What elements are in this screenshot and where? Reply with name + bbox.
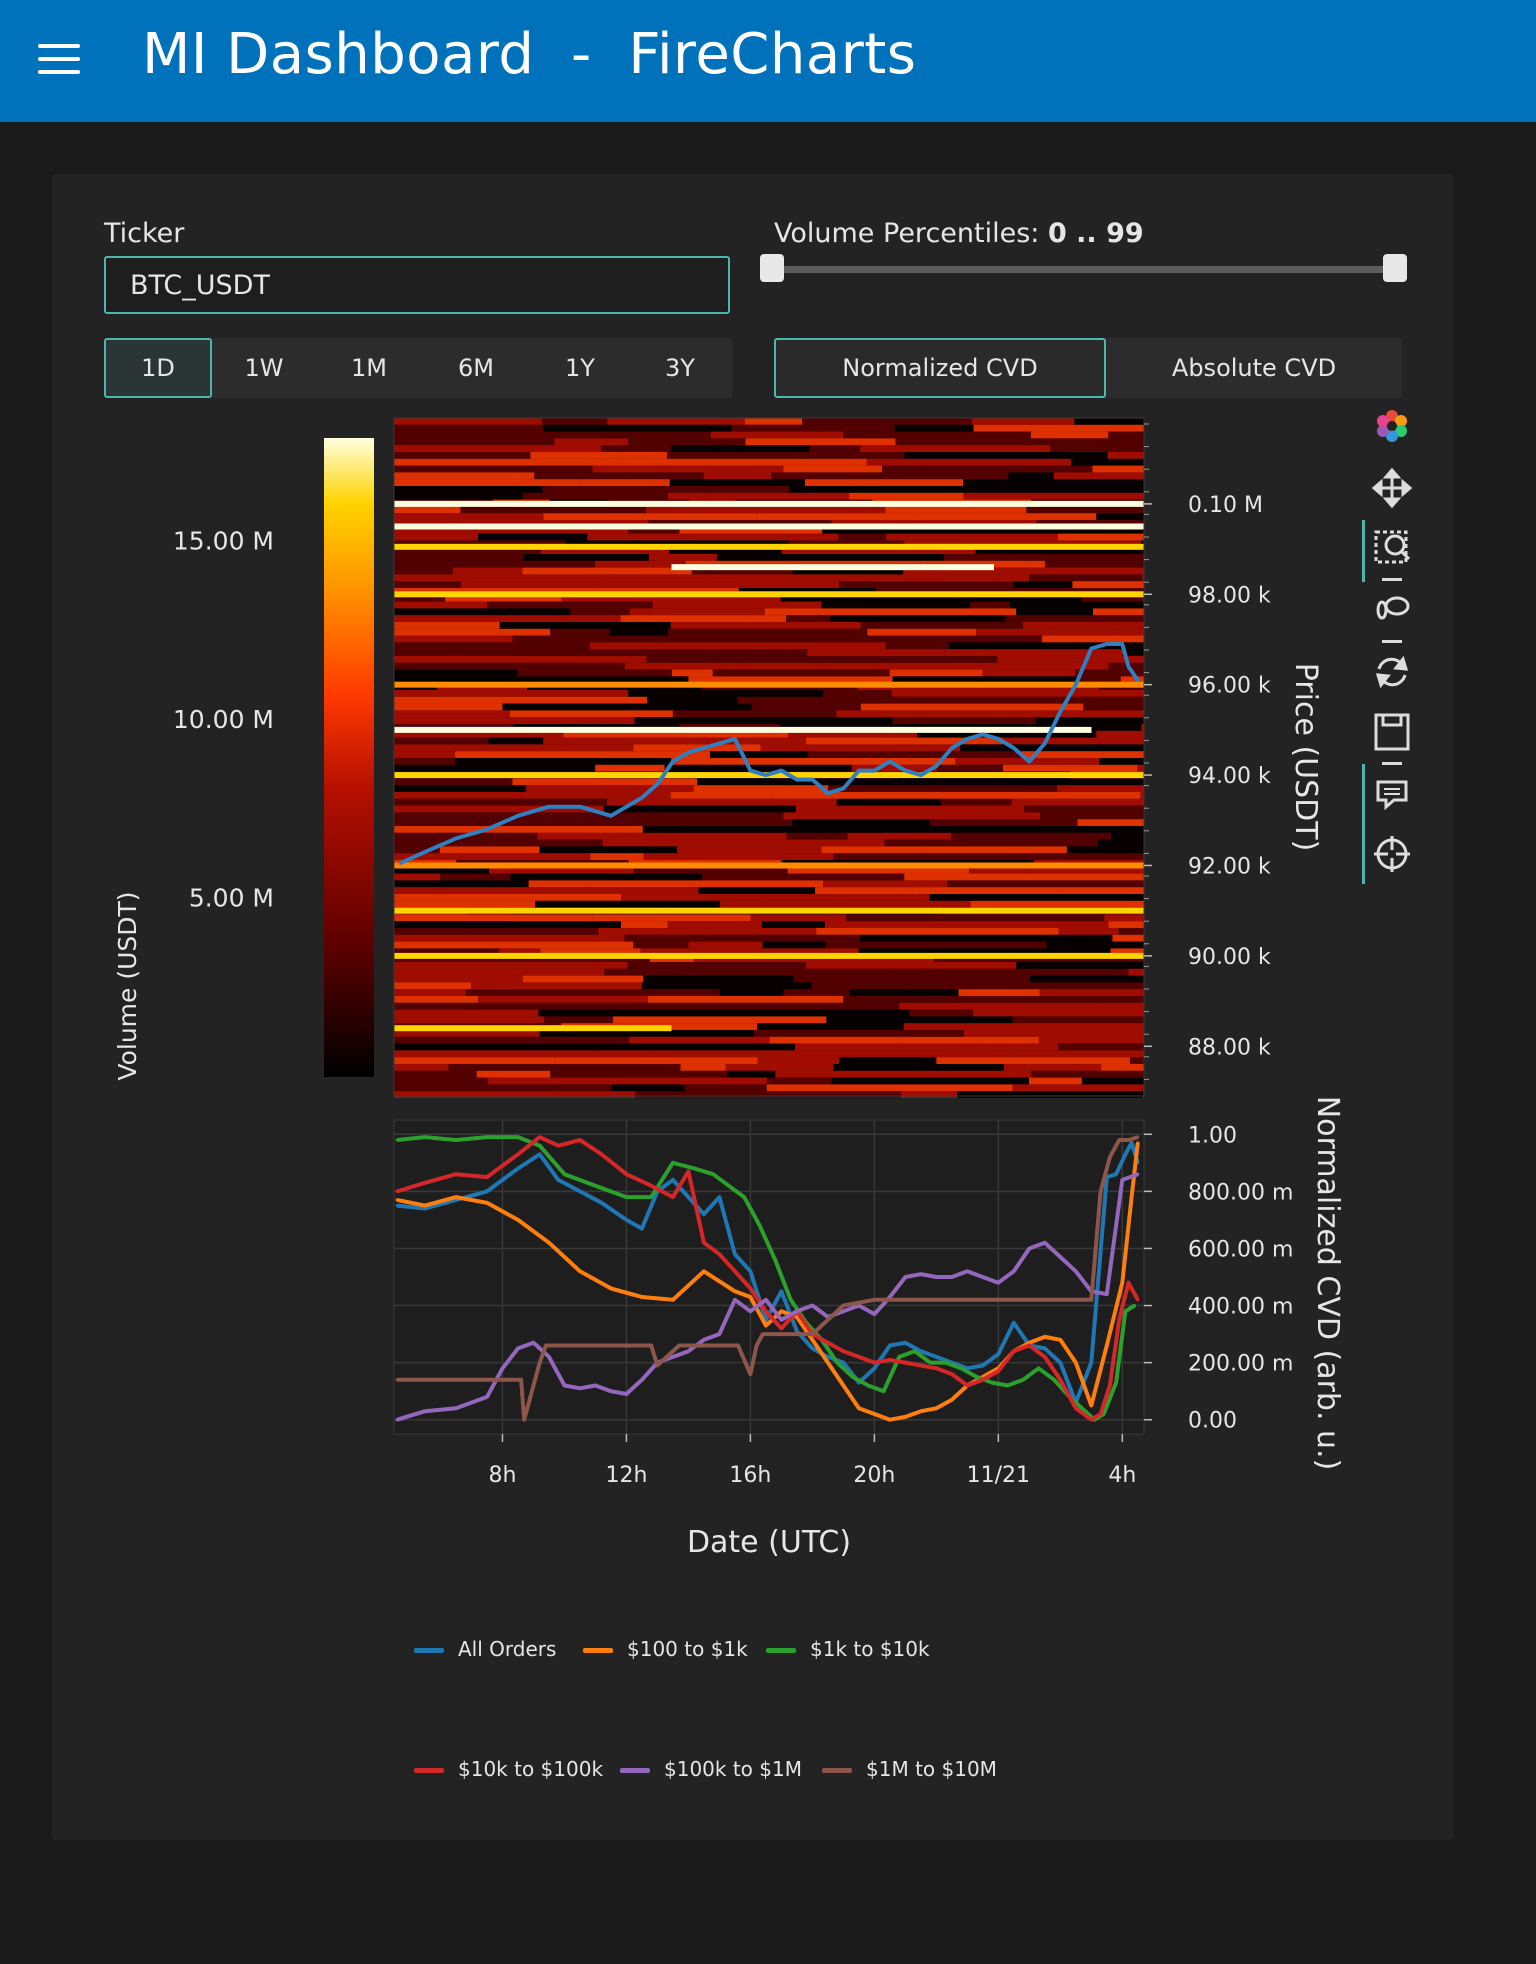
range-button-3y[interactable]: 3Y — [630, 338, 730, 398]
volume-percentiles-slider[interactable] — [772, 266, 1394, 273]
normalized-cvd-button[interactable]: Normalized CVD — [774, 338, 1106, 398]
ticker-input[interactable] — [104, 256, 730, 314]
reset-icon[interactable] — [1375, 655, 1409, 689]
comment-icon[interactable] — [1376, 780, 1408, 811]
legend-label: All Orders — [458, 1637, 557, 1661]
volume-percentiles-value: 0 .. 99 — [1047, 218, 1144, 249]
volume-percentiles-caption: Volume Percentiles: — [774, 218, 1048, 249]
zoom-icon[interactable] — [1374, 530, 1411, 564]
legend-item[interactable]: All Orders — [414, 1637, 556, 1661]
legend-item[interactable]: $1k to $10k — [766, 1637, 930, 1661]
legend-item[interactable]: $1M to $10M — [822, 1757, 997, 1781]
legend-item[interactable]: $100 to $1k — [583, 1637, 748, 1661]
legend-swatch — [822, 1768, 852, 1773]
time-range-selector: 1D 1W 1M 6M 1Y 3Y — [104, 338, 733, 398]
legend-item[interactable]: $10k to $100k — [414, 1757, 603, 1781]
hamburger-menu-icon[interactable] — [38, 42, 80, 76]
ticker-label: Ticker — [104, 218, 185, 249]
legend-item[interactable]: $100k to $1M — [620, 1757, 802, 1781]
legend-swatch — [583, 1648, 613, 1653]
crosshair-icon[interactable] — [1374, 836, 1410, 872]
range-button-6m[interactable]: 6M — [422, 338, 530, 398]
legend-label: $1M to $10M — [866, 1757, 997, 1781]
legend-swatch — [766, 1648, 796, 1653]
legend-label: $1k to $10k — [810, 1637, 930, 1661]
legend-label: $100k to $1M — [664, 1757, 802, 1781]
legend-label: $10k to $100k — [458, 1757, 604, 1781]
pan-icon[interactable] — [1371, 467, 1413, 509]
volume-percentiles-label: Volume Percentiles: 0 .. 99 — [774, 218, 1144, 249]
app-title: MI Dashboard - FireCharts — [142, 22, 917, 87]
slider-min-handle[interactable] — [760, 254, 784, 282]
legend-label: $100 to $1k — [627, 1637, 748, 1661]
lasso-icon[interactable] — [1376, 596, 1410, 620]
cvd-mode-selector: Normalized CVD Absolute CVD — [774, 338, 1402, 398]
legend-swatch — [414, 1648, 444, 1653]
app-header: MI Dashboard - FireCharts — [0, 0, 1536, 122]
range-button-1m[interactable]: 1M — [316, 338, 422, 398]
absolute-cvd-button[interactable]: Absolute CVD — [1106, 338, 1402, 398]
save-icon[interactable] — [1374, 713, 1410, 751]
range-button-1w[interactable]: 1W — [212, 338, 316, 398]
legend-swatch — [414, 1768, 444, 1773]
plotly-logo-icon[interactable] — [1377, 410, 1407, 442]
legend-swatch — [620, 1768, 650, 1773]
chart-panel — [52, 174, 1454, 1840]
modebar — [1362, 404, 1422, 888]
range-button-1d[interactable]: 1D — [104, 338, 212, 398]
slider-max-handle[interactable] — [1383, 254, 1407, 282]
range-button-1y[interactable]: 1Y — [530, 338, 630, 398]
